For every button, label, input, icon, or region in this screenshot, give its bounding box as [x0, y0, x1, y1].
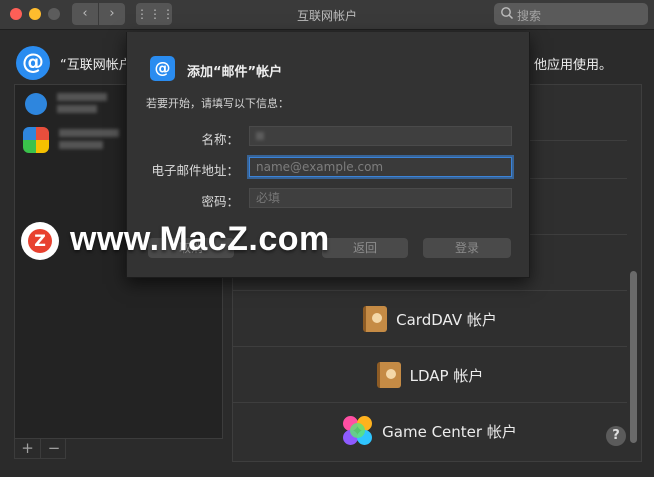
- watermark-text: www.MacZ.com: [70, 220, 330, 258]
- login-button[interactable]: 登录: [423, 238, 511, 258]
- title-bar: ‹ › ⋮⋮⋮ 互联网帐户 搜索: [0, 0, 654, 30]
- intro-text-right: 他应用使用。: [534, 58, 613, 73]
- provider-row-carddav[interactable]: CardDAV 帐户: [233, 291, 627, 347]
- help-button[interactable]: ?: [606, 426, 626, 446]
- intro-text-left: “互联网帐户: [60, 58, 132, 73]
- internet-accounts-icon: @: [16, 46, 50, 80]
- redacted-text: [57, 105, 97, 113]
- provider-row-game-center[interactable]: Game Center 帐户: [233, 403, 627, 459]
- sheet-title: 添加“邮件”帐户: [187, 65, 283, 80]
- contacts-icon: [363, 306, 388, 332]
- contacts-icon: [376, 362, 401, 388]
- password-field[interactable]: 必填: [249, 188, 512, 208]
- watermark-logo-letter: Z: [34, 231, 46, 250]
- provider-label: LDAP 帐户: [409, 366, 484, 385]
- search-field[interactable]: 搜索: [494, 3, 648, 25]
- password-placeholder: 必填: [256, 191, 281, 205]
- email-placeholder: name@example.com: [256, 160, 384, 174]
- name-label: 名称：: [201, 132, 239, 147]
- password-label: 密码：: [201, 194, 239, 209]
- sheet-subtitle: 若要开始，请填写以下信息：: [146, 97, 289, 110]
- provider-label: Game Center 帐户: [382, 422, 517, 441]
- list-buttons: + −: [14, 439, 66, 459]
- email-label: 电子邮件地址：: [151, 163, 239, 178]
- redacted-text: [59, 129, 119, 137]
- redacted-text: [59, 141, 103, 149]
- name-field[interactable]: [249, 126, 512, 146]
- add-account-button[interactable]: +: [15, 439, 41, 458]
- redacted-text: [256, 132, 264, 140]
- account-icon: [23, 127, 49, 153]
- search-placeholder: 搜索: [517, 9, 542, 23]
- remove-account-button[interactable]: −: [41, 439, 67, 458]
- mail-at-icon: @: [150, 56, 175, 81]
- watermark: Z www.MacZ.com: [18, 220, 418, 264]
- search-icon: [501, 7, 514, 20]
- provider-label: CardDAV 帐户: [396, 310, 497, 329]
- scrollbar[interactable]: [630, 271, 637, 443]
- account-icon: [25, 93, 47, 115]
- redacted-text: [57, 93, 107, 101]
- game-center-icon: [343, 416, 373, 446]
- provider-row-ldap[interactable]: LDAP 帐户: [233, 347, 627, 403]
- email-field[interactable]: name@example.com: [249, 157, 512, 177]
